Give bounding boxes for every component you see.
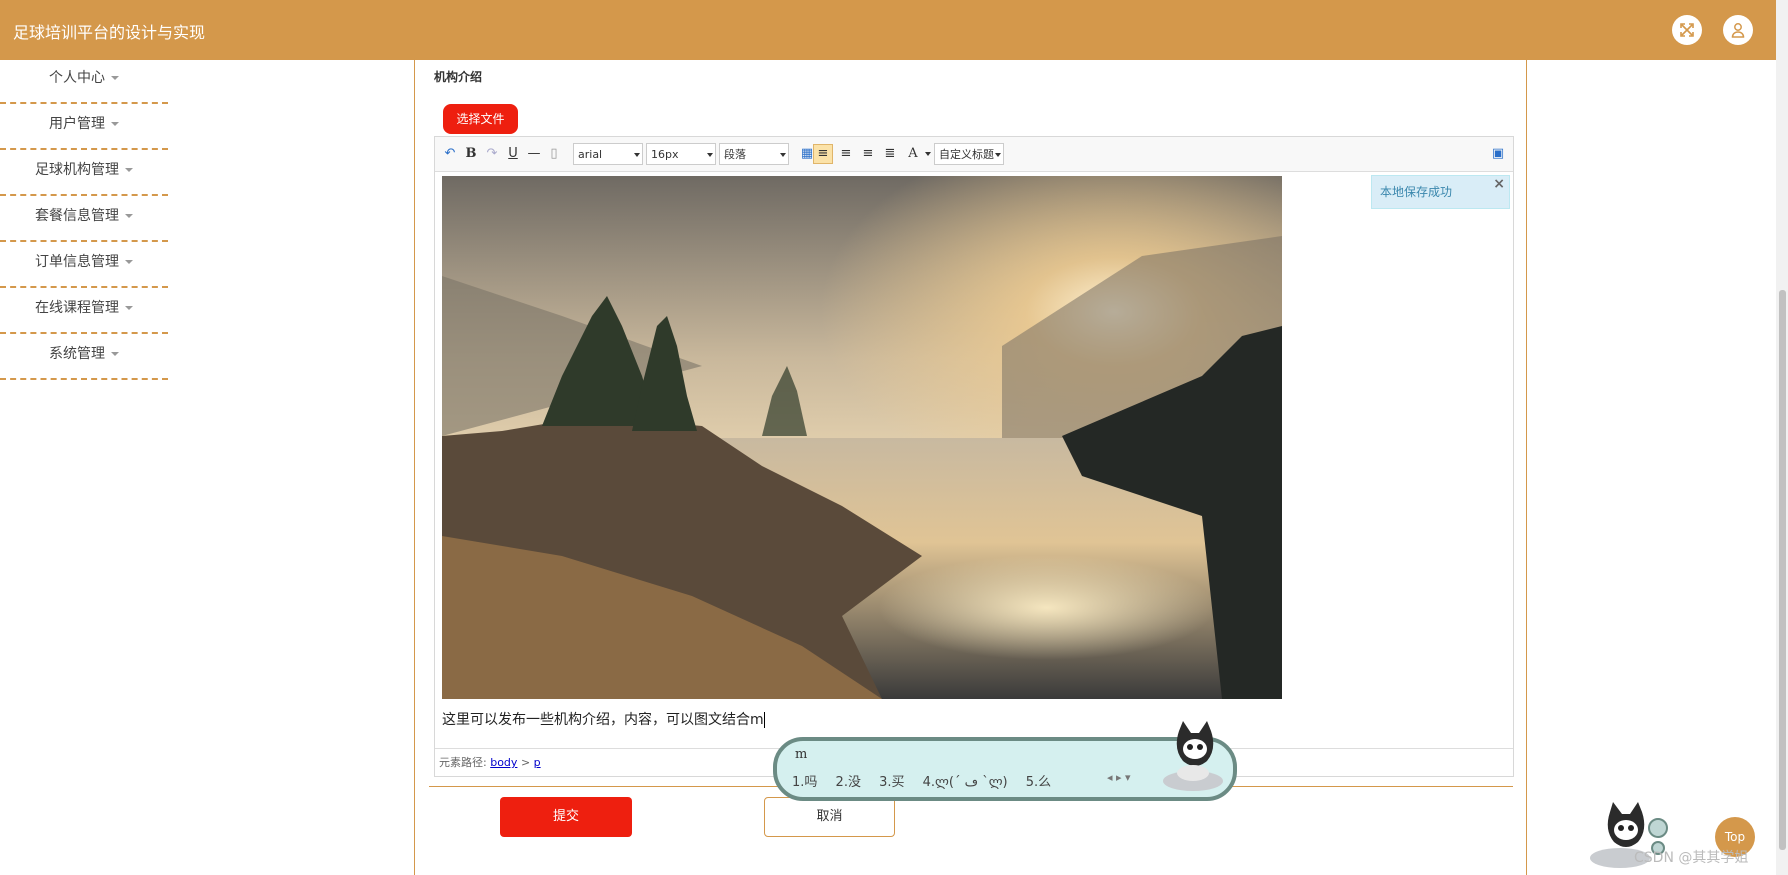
font-size-select[interactable]: 16px — [646, 143, 716, 165]
font-color-icon[interactable]: A — [904, 145, 922, 163]
scrollbar-thumb[interactable] — [1779, 290, 1786, 850]
field-label-institution-intro: 机构介绍 — [434, 70, 483, 84]
ime-candidate[interactable]: 5.么 — [1026, 775, 1051, 790]
page-break-icon[interactable]: ▯ — [545, 145, 563, 163]
user-icon — [1731, 23, 1745, 38]
user-avatar-button[interactable] — [1723, 15, 1753, 45]
text-cursor — [763, 712, 765, 728]
fullscreen-editor-icon[interactable]: ▣ — [1489, 145, 1507, 163]
top-header: 足球培训平台的设计与实现 — [0, 0, 1788, 60]
chevron-down-icon — [111, 122, 119, 126]
sidebar-item-order-management[interactable]: 订单信息管理 — [0, 244, 168, 288]
sidebar-nav: 个人中心 用户管理 足球机构管理 套餐信息管理 订单信息管理 在线课程管理 系统… — [0, 60, 168, 382]
path-link-body[interactable]: body — [490, 756, 517, 769]
chevron-down-icon — [111, 76, 119, 80]
sidebar-item-online-course-management[interactable]: 在线课程管理 — [0, 290, 168, 334]
ime-page-arrows-icon[interactable]: ◂ ▸ ▾ — [1107, 771, 1131, 784]
ime-candidate[interactable]: 4.ლ(´ ڡ `ლ) — [923, 775, 1008, 790]
sidebar-item-package-management[interactable]: 套餐信息管理 — [0, 198, 168, 242]
horizontal-rule-icon[interactable]: — — [525, 145, 543, 163]
ime-candidate[interactable]: 1.吗 — [792, 775, 817, 790]
chevron-down-icon — [125, 260, 133, 264]
chevron-down-icon — [125, 306, 133, 310]
cancel-button[interactable]: 取消 — [764, 797, 895, 837]
chevron-down-icon — [995, 153, 1001, 157]
underline-icon[interactable]: U — [504, 145, 522, 163]
undo-icon[interactable]: ↶ — [441, 145, 459, 163]
app-title: 足球培训平台的设计与实现 — [13, 23, 206, 42]
font-family-select[interactable]: arial — [573, 143, 643, 165]
align-justify-icon[interactable]: ≣ — [881, 145, 899, 163]
save-success-toast: 本地保存成功 × — [1371, 175, 1510, 209]
bold-icon[interactable]: B — [462, 145, 480, 163]
ime-candidate-window: m 1.吗 2.没 3.买 4.ლ(´ ڡ `ლ) 5.么 ◂ ▸ ▾ — [773, 721, 1237, 801]
editor-content-area[interactable]: 这里可以发布一些机构介绍，内容，可以图文结合m 本地保存成功 × — [435, 172, 1513, 747]
sidebar-item-football-institution-management[interactable]: 足球机构管理 — [0, 152, 168, 196]
ime-composition: m — [795, 747, 808, 762]
sidebar-item-user-management[interactable]: 用户管理 — [0, 106, 168, 150]
ime-candidate[interactable]: 2.没 — [836, 775, 861, 790]
paragraph-format-select[interactable]: 段落 — [719, 143, 789, 165]
chevron-down-icon — [707, 153, 713, 157]
chevron-down-icon[interactable] — [925, 152, 931, 156]
path-link-p[interactable]: p — [534, 756, 541, 769]
sidebar-item-personal-center[interactable]: 个人中心 — [0, 60, 168, 104]
editor-toolbar: ↶ B ↷ U — ▯ arial 16px 段落 ▦ ≡ ≡ ≡ ≣ A 自定… — [435, 137, 1513, 172]
chevron-down-icon — [125, 214, 133, 218]
choose-file-button[interactable]: 选择文件 — [443, 104, 518, 134]
redo-icon[interactable]: ↷ — [483, 145, 501, 163]
chevron-down-icon — [634, 153, 640, 157]
content-right-border — [1526, 60, 1527, 875]
fullscreen-icon — [1680, 23, 1694, 37]
chevron-down-icon — [111, 352, 119, 356]
close-icon[interactable]: × — [1493, 168, 1505, 200]
chevron-down-icon — [125, 168, 133, 172]
fullscreen-button[interactable] — [1672, 15, 1702, 45]
editor-paragraph[interactable]: 这里可以发布一些机构介绍，内容，可以图文结合m — [442, 709, 765, 729]
watermark-text: CSDN @其其学姐 — [1634, 850, 1749, 866]
sidebar-item-system-management[interactable]: 系统管理 — [0, 336, 168, 380]
ime-candidate-list: 1.吗 2.没 3.买 4.ლ(´ ڡ `ლ) 5.么 — [792, 771, 1065, 790]
submit-button[interactable]: 提交 — [500, 797, 632, 837]
landscape-image — [442, 176, 1282, 699]
chevron-down-icon — [780, 153, 786, 157]
align-left-icon[interactable]: ≡ — [813, 144, 833, 164]
ime-candidate[interactable]: 3.买 — [879, 775, 904, 790]
content-left-border — [414, 60, 415, 875]
rich-text-editor: ↶ B ↷ U — ▯ arial 16px 段落 ▦ ≡ ≡ ≡ ≣ A 自定… — [434, 136, 1514, 777]
ime-mascot-icon — [1163, 721, 1223, 791]
align-center-icon[interactable]: ≡ — [859, 145, 877, 163]
align-right-icon[interactable]: ≡ — [837, 145, 855, 163]
custom-heading-select[interactable]: 自定义标题 — [934, 143, 1004, 165]
